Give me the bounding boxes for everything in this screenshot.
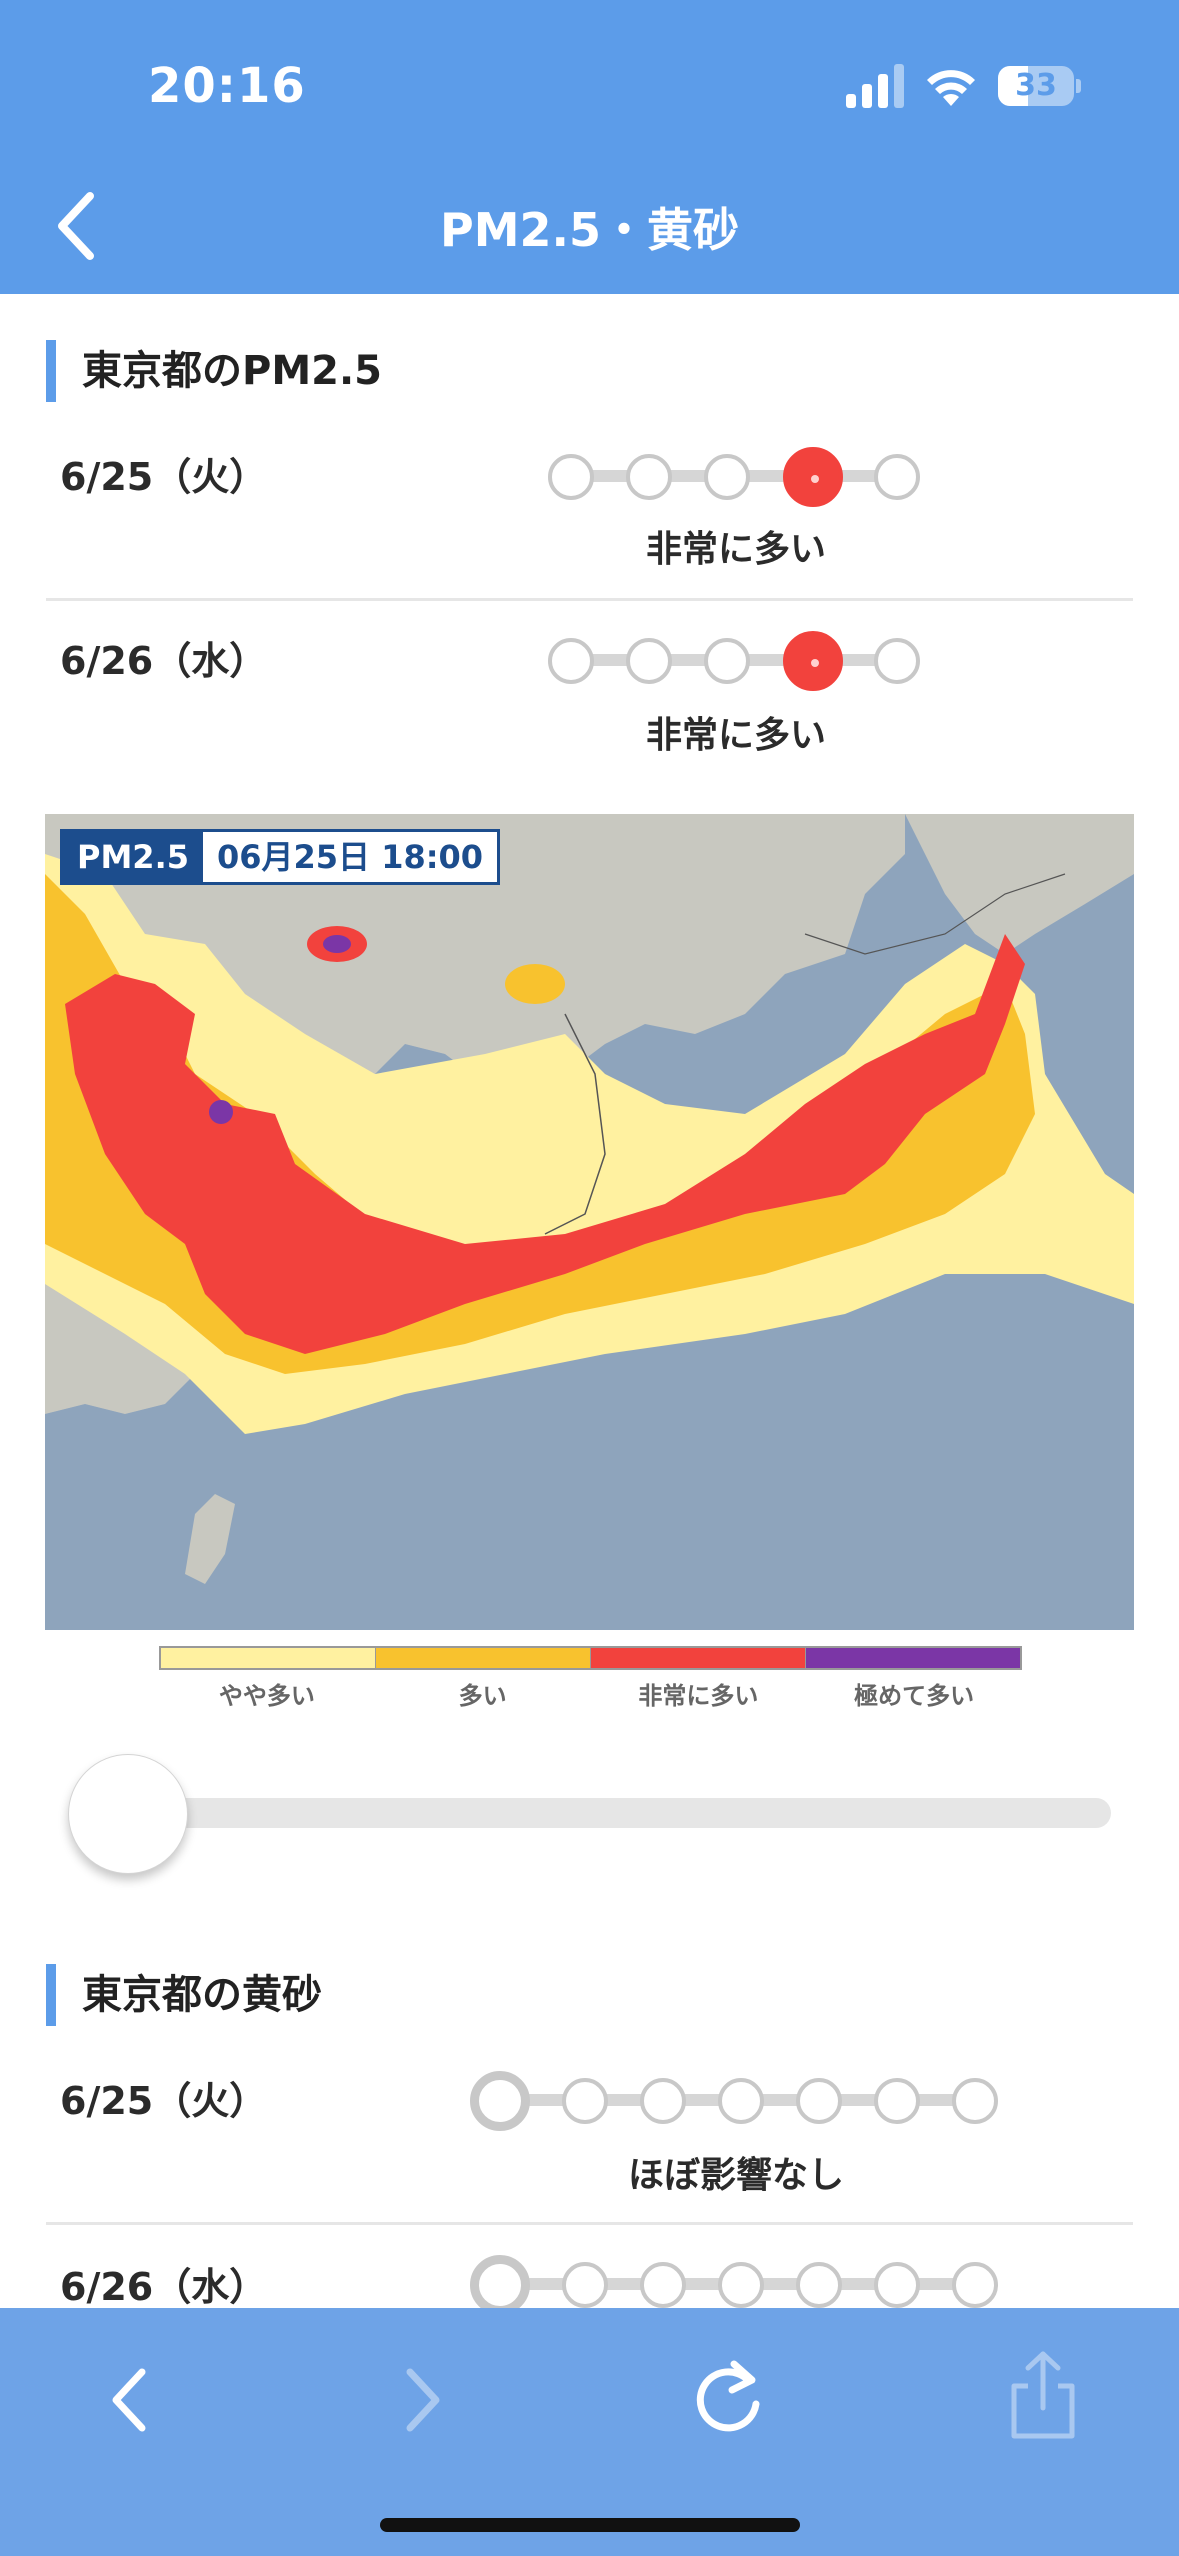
level-dot <box>952 2078 998 2124</box>
app-header: 20:16 33 PM2.5・黄砂 <box>0 0 1179 294</box>
level-dot <box>548 638 594 684</box>
time-slider-track[interactable] <box>96 1798 1111 1828</box>
level-dot <box>704 638 750 684</box>
level-dot <box>874 638 920 684</box>
map-legend-labels: やや多い 多い 非常に多い 極めて多い <box>159 1676 1022 1711</box>
legend-label: やや多い <box>218 1682 315 1710</box>
pm25-row-date: 6/26（水） <box>60 639 268 683</box>
pm25-level-label: 非常に多い <box>645 529 826 570</box>
level-dot <box>704 454 750 500</box>
pm25-row-date: 6/25（火） <box>60 455 268 499</box>
level-dot-active <box>783 631 843 691</box>
status-time: 20:16 <box>148 58 306 114</box>
level-dot <box>874 454 920 500</box>
chevron-right-icon[interactable] <box>392 2360 452 2440</box>
kosa-section-heading: 東京都の黄砂 <box>46 1964 322 2026</box>
pm25-level-label: 非常に多い <box>645 715 826 756</box>
legend-swatch <box>376 1648 591 1668</box>
level-dot <box>640 2262 686 2308</box>
map-badge-time: 06月25日 18:00 <box>216 838 484 876</box>
chevron-left-icon[interactable] <box>100 2360 160 2440</box>
level-dot-active <box>783 447 843 507</box>
level-dot-active <box>470 2071 530 2131</box>
kosa-level-scale <box>470 2071 1004 2131</box>
legend-label: 極めて多い <box>854 1682 975 1710</box>
home-indicator <box>380 2518 800 2532</box>
kosa-row-date: 6/26（水） <box>60 2265 268 2309</box>
level-dot <box>874 2078 920 2124</box>
pm25-section-heading: 東京都のPM2.5 <box>46 340 382 402</box>
pm25-level-scale <box>548 447 926 507</box>
level-dot <box>562 2078 608 2124</box>
map-badge-label: PM2.5 <box>63 832 203 882</box>
map-timestamp-badge: PM2.5 06月25日 18:00 <box>60 829 501 885</box>
level-dot <box>718 2262 764 2308</box>
legend-swatch <box>161 1648 376 1668</box>
battery-icon: 33 <box>998 66 1081 106</box>
share-icon[interactable] <box>1008 2348 1078 2444</box>
level-dot <box>796 2078 842 2124</box>
map-graphic <box>45 814 1134 1630</box>
level-dot <box>626 454 672 500</box>
level-dot <box>626 638 672 684</box>
pm25-forecast-map[interactable]: PM2.5 06月25日 18:00 <box>45 814 1134 1630</box>
legend-swatch <box>591 1648 806 1668</box>
battery-level: 33 <box>1015 68 1057 103</box>
row-divider <box>46 2222 1133 2225</box>
legend-label: 非常に多い <box>638 1682 759 1710</box>
wifi-icon <box>927 70 975 106</box>
level-dot <box>548 454 594 500</box>
kosa-row-date: 6/25（火） <box>60 2079 268 2123</box>
page-title: PM2.5・黄砂 <box>440 203 739 257</box>
level-dot <box>718 2078 764 2124</box>
reload-icon[interactable] <box>686 2350 770 2442</box>
map-legend <box>159 1646 1022 1670</box>
level-dot <box>952 2262 998 2308</box>
level-dot <box>640 2078 686 2124</box>
level-dot-active <box>470 2255 530 2315</box>
level-dot <box>562 2262 608 2308</box>
level-dot <box>796 2262 842 2308</box>
kosa-level-scale <box>470 2255 1004 2315</box>
legend-swatch <box>806 1648 1020 1668</box>
level-dot <box>874 2262 920 2308</box>
legend-label: 多い <box>458 1682 507 1710</box>
time-slider-thumb[interactable] <box>68 1754 188 1874</box>
row-divider <box>46 598 1133 601</box>
pm25-level-scale <box>548 631 926 691</box>
kosa-level-label: ほぼ影響なし <box>627 2155 844 2196</box>
cellular-signal-icon <box>846 64 904 108</box>
